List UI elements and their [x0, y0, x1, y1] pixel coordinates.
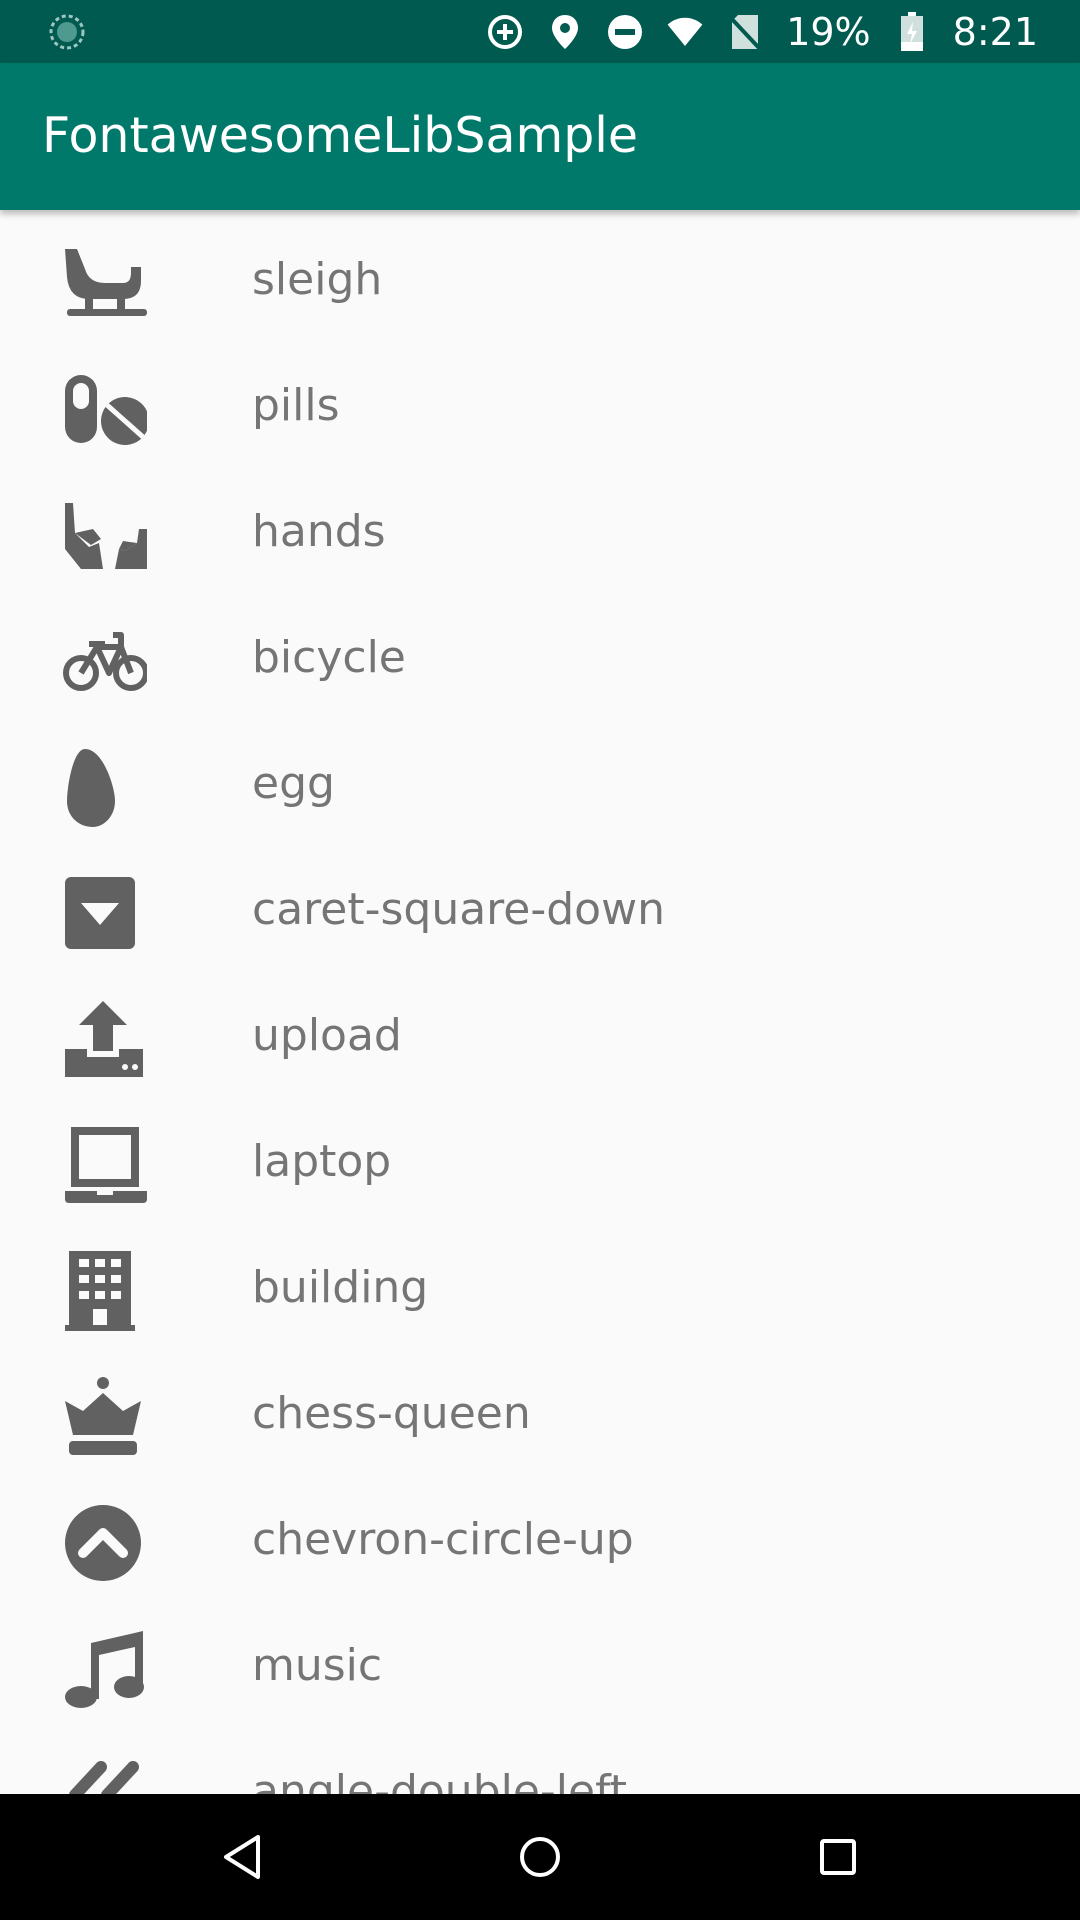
chess-queen-icon [60, 1372, 150, 1462]
battery-percentage: 19% [786, 9, 871, 54]
list-item-label: caret-square-down [252, 884, 665, 935]
chevron-circle-up-icon [60, 1498, 150, 1588]
list-item-label: angle-double-left [252, 1766, 628, 1794]
caret-square-down-icon [60, 868, 150, 958]
list-item-music[interactable]: music [0, 1596, 1080, 1722]
list-item-label: music [252, 1640, 383, 1691]
list-item-bicycle[interactable]: bicycle [0, 588, 1080, 714]
no-sim-icon [726, 13, 764, 51]
list-item-label: pills [252, 380, 340, 431]
data-saver-icon [486, 13, 524, 51]
hands-icon [60, 490, 150, 580]
list-item-chevron-circle-up[interactable]: chevron-circle-up [0, 1470, 1080, 1596]
pills-icon [60, 364, 150, 454]
app-title: FontawesomeLibSample [42, 107, 639, 164]
recents-icon[interactable] [808, 1827, 868, 1887]
list-item-label: upload [252, 1010, 402, 1061]
list-item-label: egg [252, 758, 335, 809]
list-item-pills[interactable]: pills [0, 336, 1080, 462]
status-bar: 19% 8:21 [0, 0, 1080, 63]
egg-icon [60, 742, 150, 832]
clock: 8:21 [952, 9, 1038, 54]
list-item-upload[interactable]: upload [0, 966, 1080, 1092]
list-item-label: chess-queen [252, 1388, 531, 1439]
list-item-label: building [252, 1262, 429, 1313]
list-item-laptop[interactable]: laptop [0, 1092, 1080, 1218]
list-item-building[interactable]: building [0, 1218, 1080, 1344]
list-item-hands[interactable]: hands [0, 462, 1080, 588]
app-bar: FontawesomeLibSample [0, 63, 1080, 210]
battery-icon [893, 11, 931, 51]
bicycle-icon [60, 616, 150, 706]
home-icon[interactable] [510, 1827, 570, 1887]
back-icon[interactable] [212, 1827, 272, 1887]
icon-list[interactable]: sleigh pills hands bicycle egg caret-squ… [0, 210, 1080, 1794]
sleigh-icon [60, 238, 150, 328]
angle-double-left-icon [60, 1750, 150, 1794]
wifi-icon [666, 13, 704, 51]
upload-icon [60, 994, 150, 1084]
list-item-caret-square-down[interactable]: caret-square-down [0, 840, 1080, 966]
list-item-sleigh[interactable]: sleigh [0, 210, 1080, 336]
list-item-label: bicycle [252, 632, 406, 683]
music-icon [60, 1624, 150, 1714]
do-not-disturb-icon [606, 13, 644, 51]
laptop-icon [60, 1120, 150, 1210]
list-item-label: hands [252, 506, 386, 557]
list-item-label: sleigh [252, 254, 383, 305]
list-item-label: chevron-circle-up [252, 1514, 634, 1565]
list-item-angle-double-left[interactable]: angle-double-left [0, 1722, 1080, 1794]
list-item-chess-queen[interactable]: chess-queen [0, 1344, 1080, 1470]
list-item-label: laptop [252, 1136, 392, 1187]
building-icon [60, 1246, 150, 1336]
list-item-egg[interactable]: egg [0, 714, 1080, 840]
navigation-bar [0, 1794, 1080, 1920]
location-icon [546, 13, 584, 51]
sync-icon [48, 13, 86, 51]
